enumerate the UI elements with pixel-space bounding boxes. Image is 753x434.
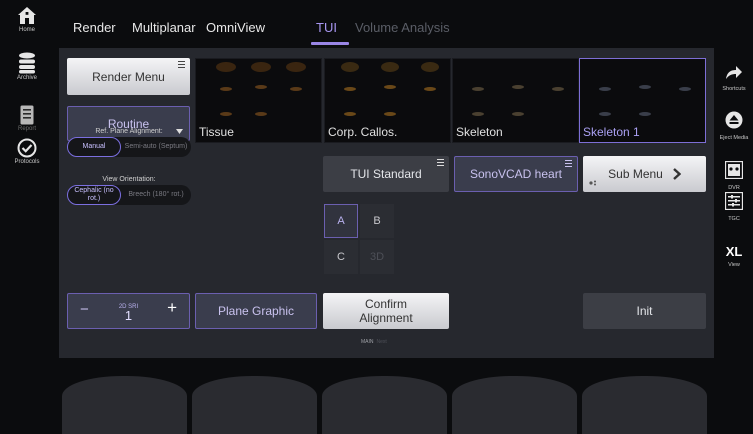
ref-plane-alignment-toggle[interactable]: Ref. Plane Alignment: Manual Semi-auto (… [67, 128, 191, 160]
xl-view-button[interactable]: XL View [715, 243, 753, 268]
shortcut-arrow-icon [726, 66, 742, 79]
plane-graphic-label: Plane Graphic [217, 304, 295, 318]
preset-thumb-skeleton[interactable]: Skeleton [452, 58, 579, 143]
plane-graphic-button[interactable]: Plane Graphic [195, 293, 317, 329]
dvr-icon [724, 160, 744, 180]
page-indicator-main: MAIN [361, 339, 374, 345]
sub-menu-button[interactable]: Sub Menu [583, 156, 706, 192]
sonovcad-label: SonoVCAD heart [469, 167, 563, 181]
tab-omniview[interactable]: OmniView [206, 20, 265, 35]
view-orientation-breech-option[interactable]: Breech (180° rot.) [123, 185, 189, 205]
tgc-button[interactable]: TGC [715, 191, 753, 222]
softkey-3[interactable] [322, 376, 447, 434]
main-panel: Render Menu Routine Tissue Corp. Callos.… [59, 48, 714, 358]
dvr-button[interactable]: DVR [715, 160, 753, 191]
thumb-label-skeleton: Skeleton [456, 125, 503, 139]
sri-stepper[interactable]: − 2D SRI 1 + [67, 293, 190, 329]
preset-thumb-corp-callos[interactable]: Corp. Callos. [324, 58, 451, 143]
tui-standard-label: TUI Standard [350, 167, 422, 181]
home-icon [18, 7, 36, 24]
ref-plane-semi-auto-option[interactable]: Semi-auto (Septum) [123, 137, 189, 157]
bottom-softkey-row [0, 362, 753, 434]
active-tab-indicator [311, 42, 349, 45]
protocols-label: Protocols [14, 159, 40, 165]
sonovcad-heart-button[interactable]: SonoVCAD heart [454, 156, 578, 192]
init-label: Init [636, 304, 653, 318]
tab-render[interactable]: Render [73, 20, 116, 35]
chevron-right-icon [673, 168, 681, 180]
shortcuts-button[interactable]: Shortcuts [715, 66, 753, 92]
report-icon [20, 105, 34, 125]
view-orientation-title: View Orientation: [102, 176, 156, 183]
archive-label: Archive [16, 75, 37, 81]
preset-thumb-skeleton-1[interactable]: Skeleton 1 [579, 58, 706, 143]
tab-tui[interactable]: TUI [316, 20, 337, 35]
page-indicator-next[interactable]: Next [377, 339, 387, 345]
home-button[interactable]: Home [0, 6, 54, 33]
confirm-alignment-label: Confirm Alignment [359, 297, 413, 325]
protocols-button[interactable]: Protocols [0, 138, 54, 165]
tui-standard-button[interactable]: TUI Standard [323, 156, 449, 192]
eject-media-button[interactable]: Eject Media [715, 111, 753, 141]
tab-multiplanar[interactable]: Multiplanar [132, 20, 196, 35]
report-label: Report [17, 126, 36, 132]
softkey-2[interactable] [192, 376, 317, 434]
right-rail: Shortcuts Eject Media DVR TGC XL View [719, 0, 753, 432]
view-orientation-pill: Cephalic (no rot.) Breech (180° rot.) [67, 185, 191, 205]
menu-icon [565, 160, 572, 169]
eject-icon [725, 111, 743, 129]
plane-c-key[interactable]: C [324, 240, 358, 274]
tab-volume-analysis[interactable]: Volume Analysis [355, 20, 450, 35]
ref-plane-pill: Manual Semi-auto (Septum) [67, 137, 191, 157]
sri-plus-button[interactable]: + [167, 299, 177, 316]
softkey-5[interactable] [582, 376, 707, 434]
page-indicator: MAIN Next [361, 339, 387, 345]
preset-thumb-tissue[interactable]: Tissue [195, 58, 322, 143]
thumb-label-corp-callos: Corp. Callos. [328, 125, 398, 139]
xl-label: XL [725, 244, 743, 259]
plane-3d-key[interactable]: 3D [360, 240, 394, 274]
plane-a-key[interactable]: A [324, 204, 358, 238]
database-icon [19, 52, 35, 74]
view-orientation-cephalic-option[interactable]: Cephalic (no rot.) [67, 185, 121, 205]
view-orientation-toggle[interactable]: View Orientation: Cephalic (no rot.) Bre… [67, 176, 191, 208]
tgc-label: TGC [728, 216, 740, 222]
tgc-sliders-icon [724, 191, 744, 211]
render-menu-button[interactable]: Render Menu [67, 58, 190, 95]
settings-dots-icon [589, 180, 596, 186]
plane-b-key[interactable]: B [360, 204, 394, 238]
menu-icon [437, 159, 444, 168]
ref-plane-manual-option[interactable]: Manual [67, 137, 121, 157]
confirm-alignment-button[interactable]: Confirm Alignment [323, 293, 449, 329]
home-label: Home [18, 27, 35, 33]
ref-plane-title: Ref. Plane Alignment: [95, 128, 163, 135]
eject-label: Eject Media [719, 135, 749, 141]
report-button[interactable]: Report [0, 105, 54, 132]
render-menu-label: Render Menu [92, 69, 165, 84]
sub-menu-label: Sub Menu [608, 167, 663, 181]
menu-icon [178, 61, 185, 70]
thumb-label-tissue: Tissue [199, 125, 234, 139]
dvr-label: DVR [728, 185, 740, 191]
thumb-label-skeleton-1: Skeleton 1 [583, 125, 640, 139]
checkmark-circle-icon [17, 138, 37, 158]
init-button[interactable]: Init [583, 293, 706, 329]
archive-button[interactable]: Archive [0, 52, 54, 81]
softkey-4[interactable] [452, 376, 577, 434]
softkey-1[interactable] [62, 376, 187, 434]
shortcuts-label: Shortcuts [722, 86, 746, 92]
view-label: View [728, 262, 740, 268]
